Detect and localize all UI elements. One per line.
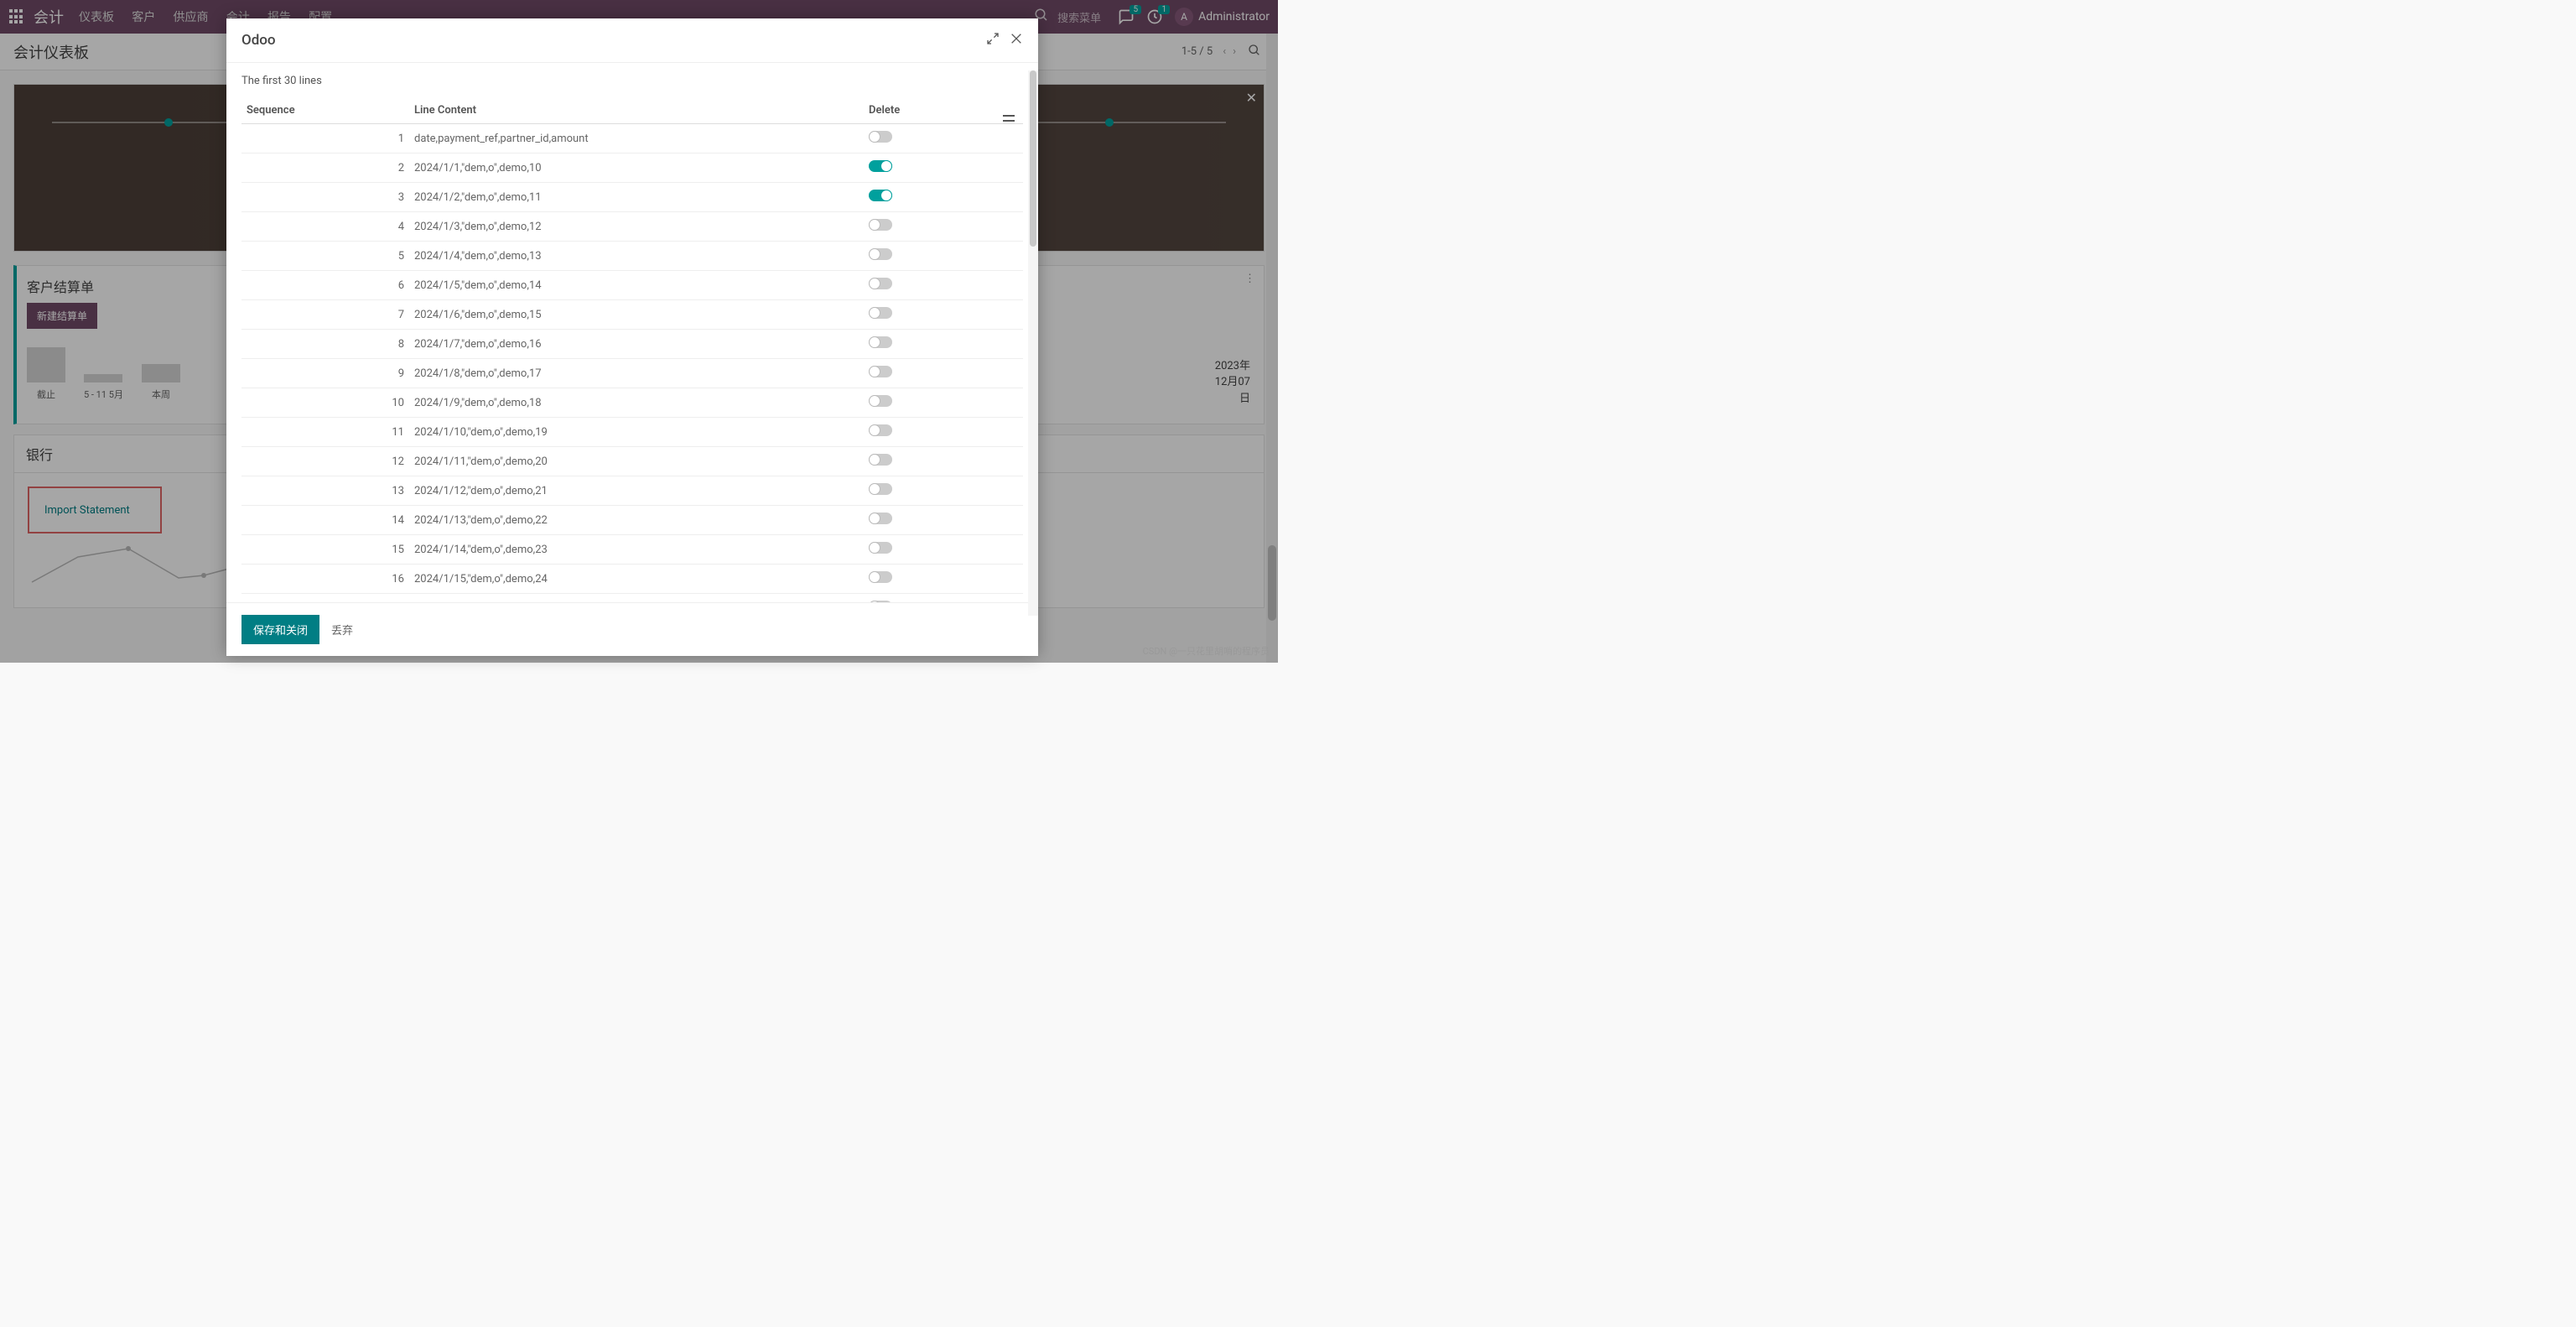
cell-sequence: 11 [242, 418, 409, 447]
cell-sequence: 10 [242, 388, 409, 418]
delete-toggle[interactable] [869, 131, 892, 143]
import-modal: Odoo The first 30 lines Sequence Line Co… [226, 18, 1038, 656]
save-close-button[interactable]: 保存和关闭 [242, 615, 319, 644]
table-row[interactable]: 112024/1/10,"dem,o",demo,19 [242, 418, 1023, 447]
cell-sequence: 16 [242, 565, 409, 594]
discard-button[interactable]: 丢弃 [331, 622, 353, 637]
delete-toggle[interactable] [869, 160, 892, 172]
cell-sequence: 12 [242, 447, 409, 476]
cell-content: 2024/1/3,"dem,o",demo,12 [409, 212, 864, 242]
cell-delete [864, 359, 998, 388]
cell-content: 2024/1/9,"dem,o",demo,18 [409, 388, 864, 418]
cell-sequence: 9 [242, 359, 409, 388]
delete-toggle[interactable] [869, 366, 892, 377]
cell-delete [864, 300, 998, 330]
expand-icon[interactable] [986, 32, 1000, 49]
cell-delete [864, 242, 998, 271]
cell-content: 2024/1/11,"dem,o",demo,20 [409, 447, 864, 476]
delete-toggle[interactable] [869, 513, 892, 524]
delete-toggle[interactable] [869, 424, 892, 436]
delete-toggle[interactable] [869, 454, 892, 466]
delete-toggle[interactable] [869, 278, 892, 289]
cell-content: 2024/1/10,"dem,o",demo,19 [409, 418, 864, 447]
cell-sequence: 17 [242, 594, 409, 603]
cell-sequence: 6 [242, 271, 409, 300]
cell-delete [864, 330, 998, 359]
cell-content: 2024/1/8,"dem,o",demo,17 [409, 359, 864, 388]
delete-toggle[interactable] [869, 307, 892, 319]
cell-content: 2024/1/12,"dem,o",demo,21 [409, 476, 864, 506]
cell-delete [864, 154, 998, 183]
cell-delete [864, 476, 998, 506]
table-row[interactable]: 162024/1/15,"dem,o",demo,24 [242, 565, 1023, 594]
cell-sequence: 7 [242, 300, 409, 330]
delete-toggle[interactable] [869, 190, 892, 201]
cell-delete [864, 535, 998, 565]
cell-content: 2024/1/2,"dem,o",demo,11 [409, 183, 864, 212]
table-row[interactable]: 122024/1/11,"dem,o",demo,20 [242, 447, 1023, 476]
close-icon[interactable] [1010, 32, 1023, 49]
cell-sequence: 8 [242, 330, 409, 359]
cell-content: 2024/1/15,"dem,o",demo,24 [409, 565, 864, 594]
delete-toggle[interactable] [869, 571, 892, 583]
cell-content: 2024/1/16,"dem,o",demo,25 [409, 594, 864, 603]
cell-content: date,payment_ref,partner_id,amount [409, 124, 864, 154]
table-row[interactable]: 32024/1/2,"dem,o",demo,11 [242, 183, 1023, 212]
table-row[interactable]: 152024/1/14,"dem,o",demo,23 [242, 535, 1023, 565]
table-row[interactable]: 42024/1/3,"dem,o",demo,12 [242, 212, 1023, 242]
modal-title: Odoo [242, 32, 976, 49]
cell-content: 2024/1/4,"dem,o",demo,13 [409, 242, 864, 271]
cell-delete [864, 183, 998, 212]
delete-toggle[interactable] [869, 336, 892, 348]
cell-delete [864, 447, 998, 476]
table-row[interactable]: 92024/1/8,"dem,o",demo,17 [242, 359, 1023, 388]
cell-sequence: 15 [242, 535, 409, 565]
delete-toggle[interactable] [869, 219, 892, 231]
cell-sequence: 13 [242, 476, 409, 506]
modal-subtitle: The first 30 lines [242, 75, 1023, 87]
lines-table: Sequence Line Content Delete 1date,payme… [242, 97, 1023, 602]
delete-toggle[interactable] [869, 395, 892, 407]
modal-scrollbar[interactable] [1028, 70, 1038, 616]
delete-toggle[interactable] [869, 483, 892, 495]
cell-sequence: 3 [242, 183, 409, 212]
cell-delete [864, 124, 998, 154]
cell-delete [864, 418, 998, 447]
cell-sequence: 1 [242, 124, 409, 154]
cell-content: 2024/1/13,"dem,o",demo,22 [409, 506, 864, 535]
table-row[interactable]: 22024/1/1,"dem,o",demo,10 [242, 154, 1023, 183]
table-row[interactable]: 132024/1/12,"dem,o",demo,21 [242, 476, 1023, 506]
cell-content: 2024/1/14,"dem,o",demo,23 [409, 535, 864, 565]
table-row[interactable]: 142024/1/13,"dem,o",demo,22 [242, 506, 1023, 535]
delete-toggle[interactable] [869, 248, 892, 260]
footer-credit: CSDN @一只花里胡哨的程序员 [1143, 644, 1270, 658]
table-row[interactable]: 72024/1/6,"dem,o",demo,15 [242, 300, 1023, 330]
cell-content: 2024/1/1,"dem,o",demo,10 [409, 154, 864, 183]
cell-delete [864, 388, 998, 418]
cell-content: 2024/1/5,"dem,o",demo,14 [409, 271, 864, 300]
cell-delete [864, 565, 998, 594]
col-settings[interactable] [998, 97, 1023, 124]
cell-delete [864, 212, 998, 242]
cell-delete [864, 594, 998, 603]
col-sequence: Sequence [242, 97, 409, 124]
cell-sequence: 14 [242, 506, 409, 535]
cell-delete [864, 271, 998, 300]
table-row[interactable]: 82024/1/7,"dem,o",demo,16 [242, 330, 1023, 359]
cell-content: 2024/1/6,"dem,o",demo,15 [409, 300, 864, 330]
table-row[interactable]: 172024/1/16,"dem,o",demo,25 [242, 594, 1023, 603]
cell-sequence: 4 [242, 212, 409, 242]
col-content: Line Content [409, 97, 864, 124]
cell-sequence: 5 [242, 242, 409, 271]
col-delete: Delete [864, 97, 998, 124]
cell-sequence: 2 [242, 154, 409, 183]
delete-toggle[interactable] [869, 542, 892, 554]
table-row[interactable]: 102024/1/9,"dem,o",demo,18 [242, 388, 1023, 418]
cell-content: 2024/1/7,"dem,o",demo,16 [409, 330, 864, 359]
table-row[interactable]: 62024/1/5,"dem,o",demo,14 [242, 271, 1023, 300]
cell-delete [864, 506, 998, 535]
table-row[interactable]: 52024/1/4,"dem,o",demo,13 [242, 242, 1023, 271]
table-row[interactable]: 1date,payment_ref,partner_id,amount [242, 124, 1023, 154]
delete-toggle[interactable] [869, 601, 892, 602]
